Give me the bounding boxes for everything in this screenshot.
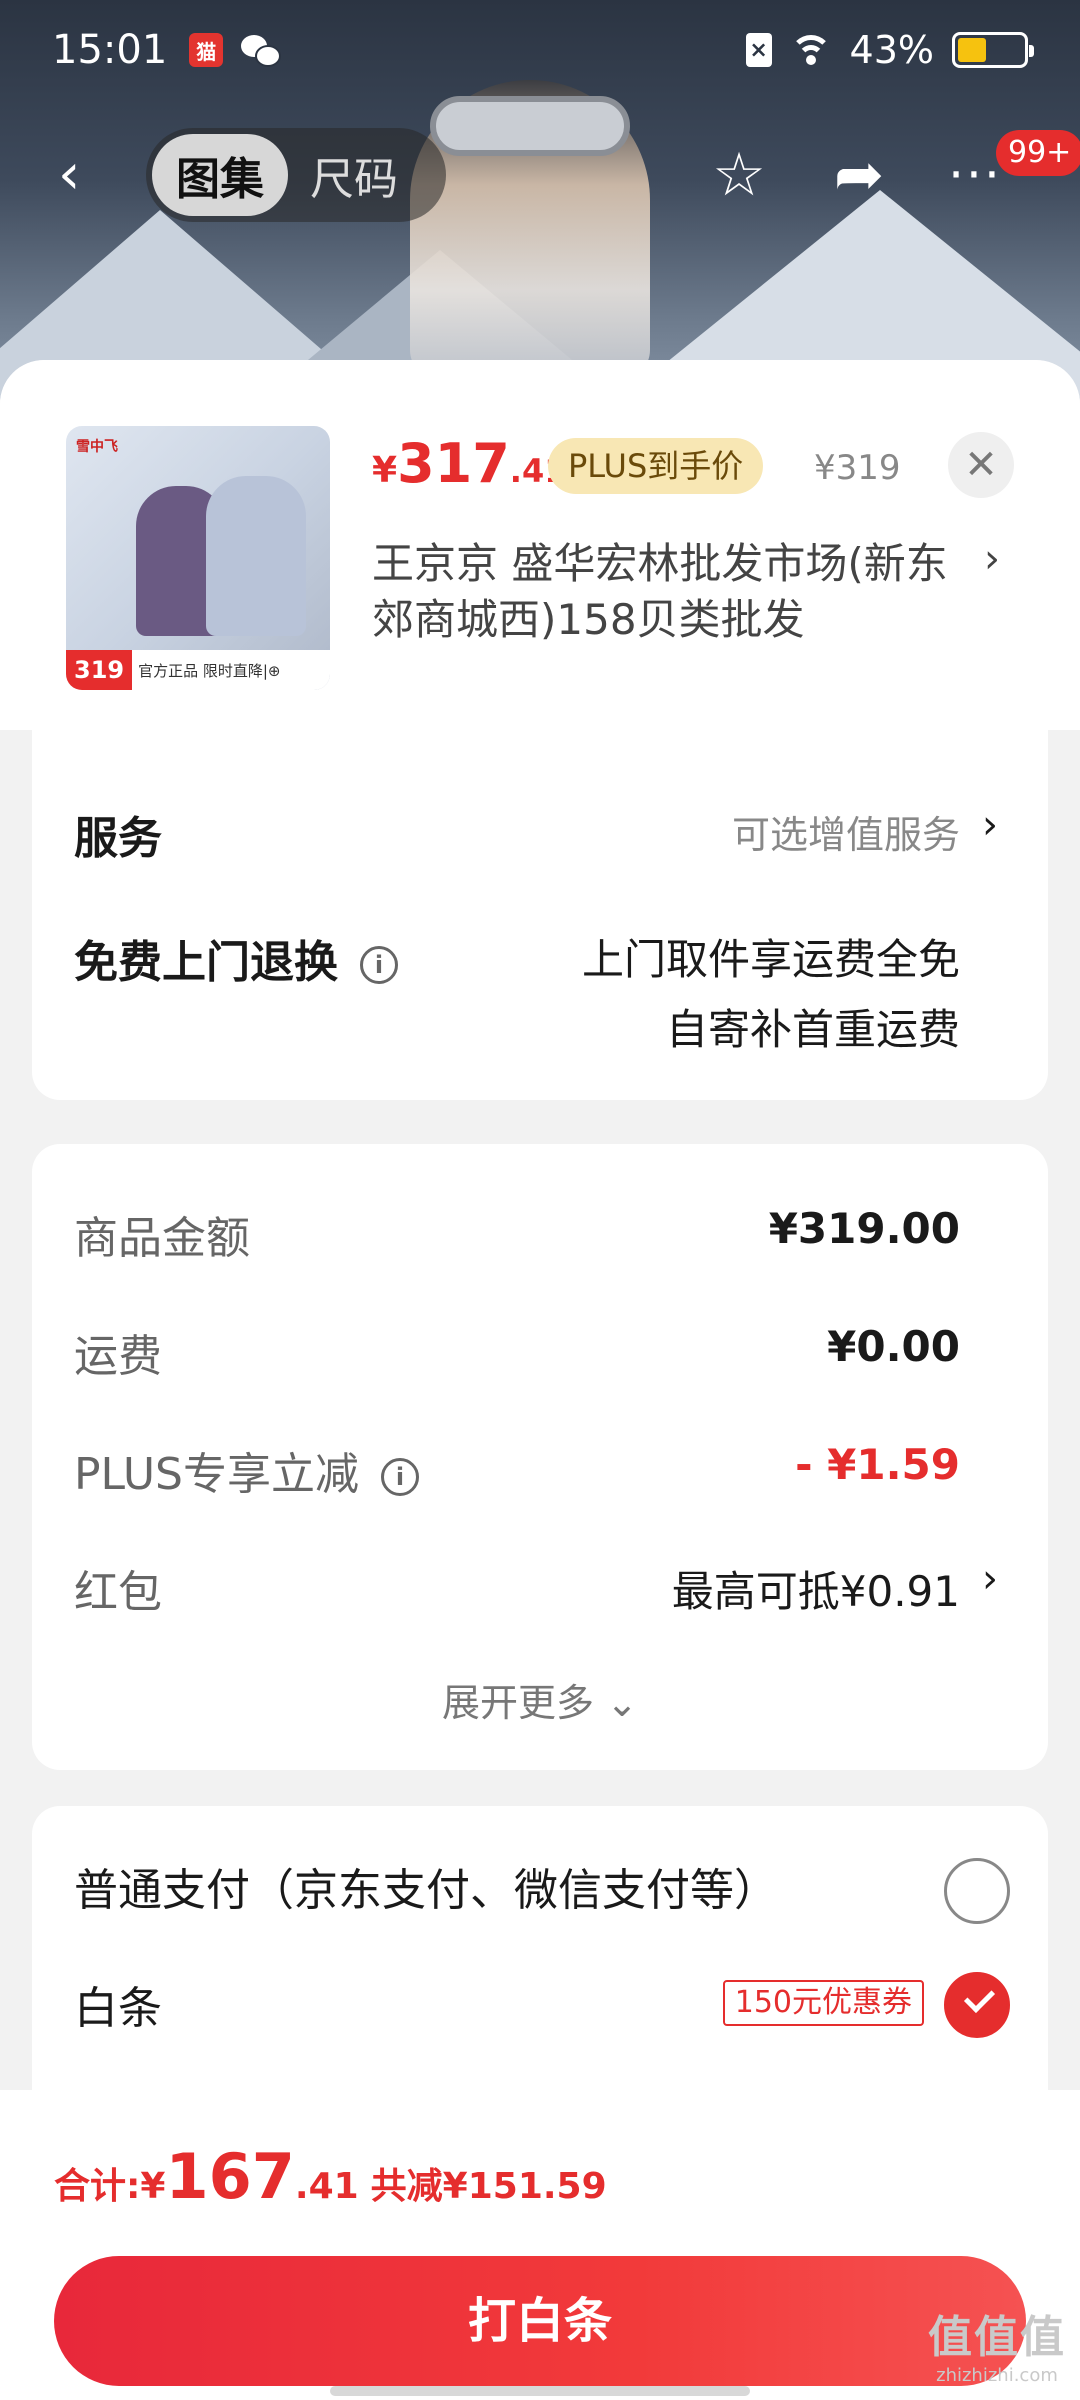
free-return-label: 免费上门退换 i: [74, 926, 398, 990]
normal-pay-label[interactable]: 普通支付（京东支付、微信支付等）: [74, 1854, 778, 1918]
thumbnail-model-shape: [206, 476, 306, 636]
wifi-icon: [789, 33, 832, 67]
chevron-right-icon[interactable]: ›: [982, 802, 998, 848]
chevron-right-icon[interactable]: ›: [984, 536, 1000, 582]
red-packet-value[interactable]: 最高可抵¥0.91: [672, 1558, 960, 1619]
total-saving: 共减¥151.59: [370, 2166, 607, 2207]
subtotal-value: ¥319.00: [768, 1204, 960, 1253]
free-return-line2: 自寄补首重运费: [665, 1005, 960, 1054]
red-packet-label: 红包: [74, 1567, 162, 1618]
thumbnail-tag-text: 官方正品 限时直降|⊕: [138, 661, 281, 680]
price-integer: 317: [397, 432, 510, 495]
total-integer: 167: [165, 2140, 295, 2213]
services-value[interactable]: 可选增值服务: [732, 804, 960, 859]
plus-discount-value: - ¥1.59: [795, 1440, 960, 1489]
order-total: 合计: ¥ 167 .41 共减¥151.59: [54, 2140, 607, 2213]
price-summary-card: 商品金额 ¥319.00 运费 ¥0.00 PLUS专享立减 i - ¥1.59 …: [32, 1144, 1048, 1770]
watermark-logo: 值值值 zhizhizhi.com: [928, 2301, 1066, 2386]
free-return-text: 免费上门退换: [74, 937, 338, 988]
product-summary: 雪中飞 319 官方正品 限时直降|⊕ ¥ 317 .41 PLUS到手价 ¥3…: [0, 360, 1080, 730]
view-tabs: 图集 尺码: [146, 128, 446, 222]
coupon-row: 150元优惠券: [32, 1980, 1048, 2030]
plus-discount-label: PLUS专享立减 i: [74, 1438, 419, 1502]
coupon-badge[interactable]: 150元优惠券: [722, 1980, 924, 2026]
services-label: 服务: [74, 813, 162, 864]
total-label: 合计:: [54, 2166, 141, 2207]
thumbnail-tag: 319 官方正品 限时直降|⊕: [66, 650, 330, 690]
total-symbol: ¥: [140, 2166, 166, 2207]
seller-name[interactable]: 王京京 盛华宏林批发市场(新东郊商城西)158贝类批发: [372, 536, 972, 648]
tab-size[interactable]: 尺码: [288, 143, 420, 207]
sim-icon: ×: [745, 33, 772, 67]
status-time: 15:01: [52, 27, 168, 73]
total-decimal: .41: [294, 2166, 359, 2207]
info-icon[interactable]: i: [360, 946, 398, 984]
shipping-value: ¥0.00: [827, 1322, 960, 1371]
product-price: ¥ 317 .41: [372, 432, 566, 495]
plus-discount-text: PLUS专享立减: [74, 1449, 359, 1500]
shipping-label: 运费: [74, 1331, 162, 1382]
pay-baitiao-button[interactable]: 打白条: [54, 2256, 1026, 2386]
info-icon[interactable]: i: [381, 1458, 419, 1496]
notification-badge: 99+: [996, 130, 1080, 176]
chevron-right-icon[interactable]: ›: [982, 1556, 998, 1602]
original-price: ¥319: [814, 448, 901, 488]
star-icon[interactable]: ☆: [706, 142, 772, 208]
plus-price-tag: PLUS到手价: [548, 438, 764, 494]
app-notification-icon: 猫: [189, 33, 224, 67]
close-icon[interactable]: ✕: [948, 432, 1014, 498]
services-card: 服务 可选增值服务 › 免费上门退换 i 上门取件享运费全免 自寄补首重运费: [32, 730, 1048, 1100]
watermark-text: 值值值: [928, 2312, 1066, 2363]
back-arrow-icon[interactable]: ‹: [58, 147, 108, 203]
product-thumbnail: 雪中飞 319 官方正品 限时直降|⊕: [66, 426, 330, 690]
expand-more-button[interactable]: 展开更多 ⌄: [32, 1672, 1048, 1727]
home-indicator[interactable]: [330, 2386, 750, 2396]
top-navigation: ‹ 图集 尺码 ☆ ➦ ··· 99+: [0, 120, 1080, 230]
wechat-icon: [241, 33, 282, 67]
subtotal-label: 商品金额: [74, 1213, 250, 1264]
baitiao-radio[interactable]: [944, 1972, 1010, 2038]
thumbnail-brand: 雪中飞: [76, 439, 118, 455]
battery-icon: [952, 32, 1034, 68]
battery-level-fill: [958, 38, 986, 62]
share-icon[interactable]: ➦: [826, 142, 892, 208]
tab-gallery[interactable]: 图集: [152, 134, 288, 216]
watermark-url: zhizhizhi.com: [936, 2365, 1058, 2386]
status-bar: 15:01 猫 × 43%: [0, 0, 1080, 100]
normal-pay-radio[interactable]: [944, 1858, 1010, 1924]
price-symbol: ¥: [372, 450, 398, 491]
battery-percent: 43%: [849, 28, 934, 72]
thumbnail-price: 319: [66, 650, 133, 690]
free-return-line1: 上门取件享运费全免: [581, 935, 960, 984]
checkout-bar: 合计: ¥ 167 .41 共减¥151.59 打白条 值值值 zhizhizh…: [0, 2090, 1080, 2400]
